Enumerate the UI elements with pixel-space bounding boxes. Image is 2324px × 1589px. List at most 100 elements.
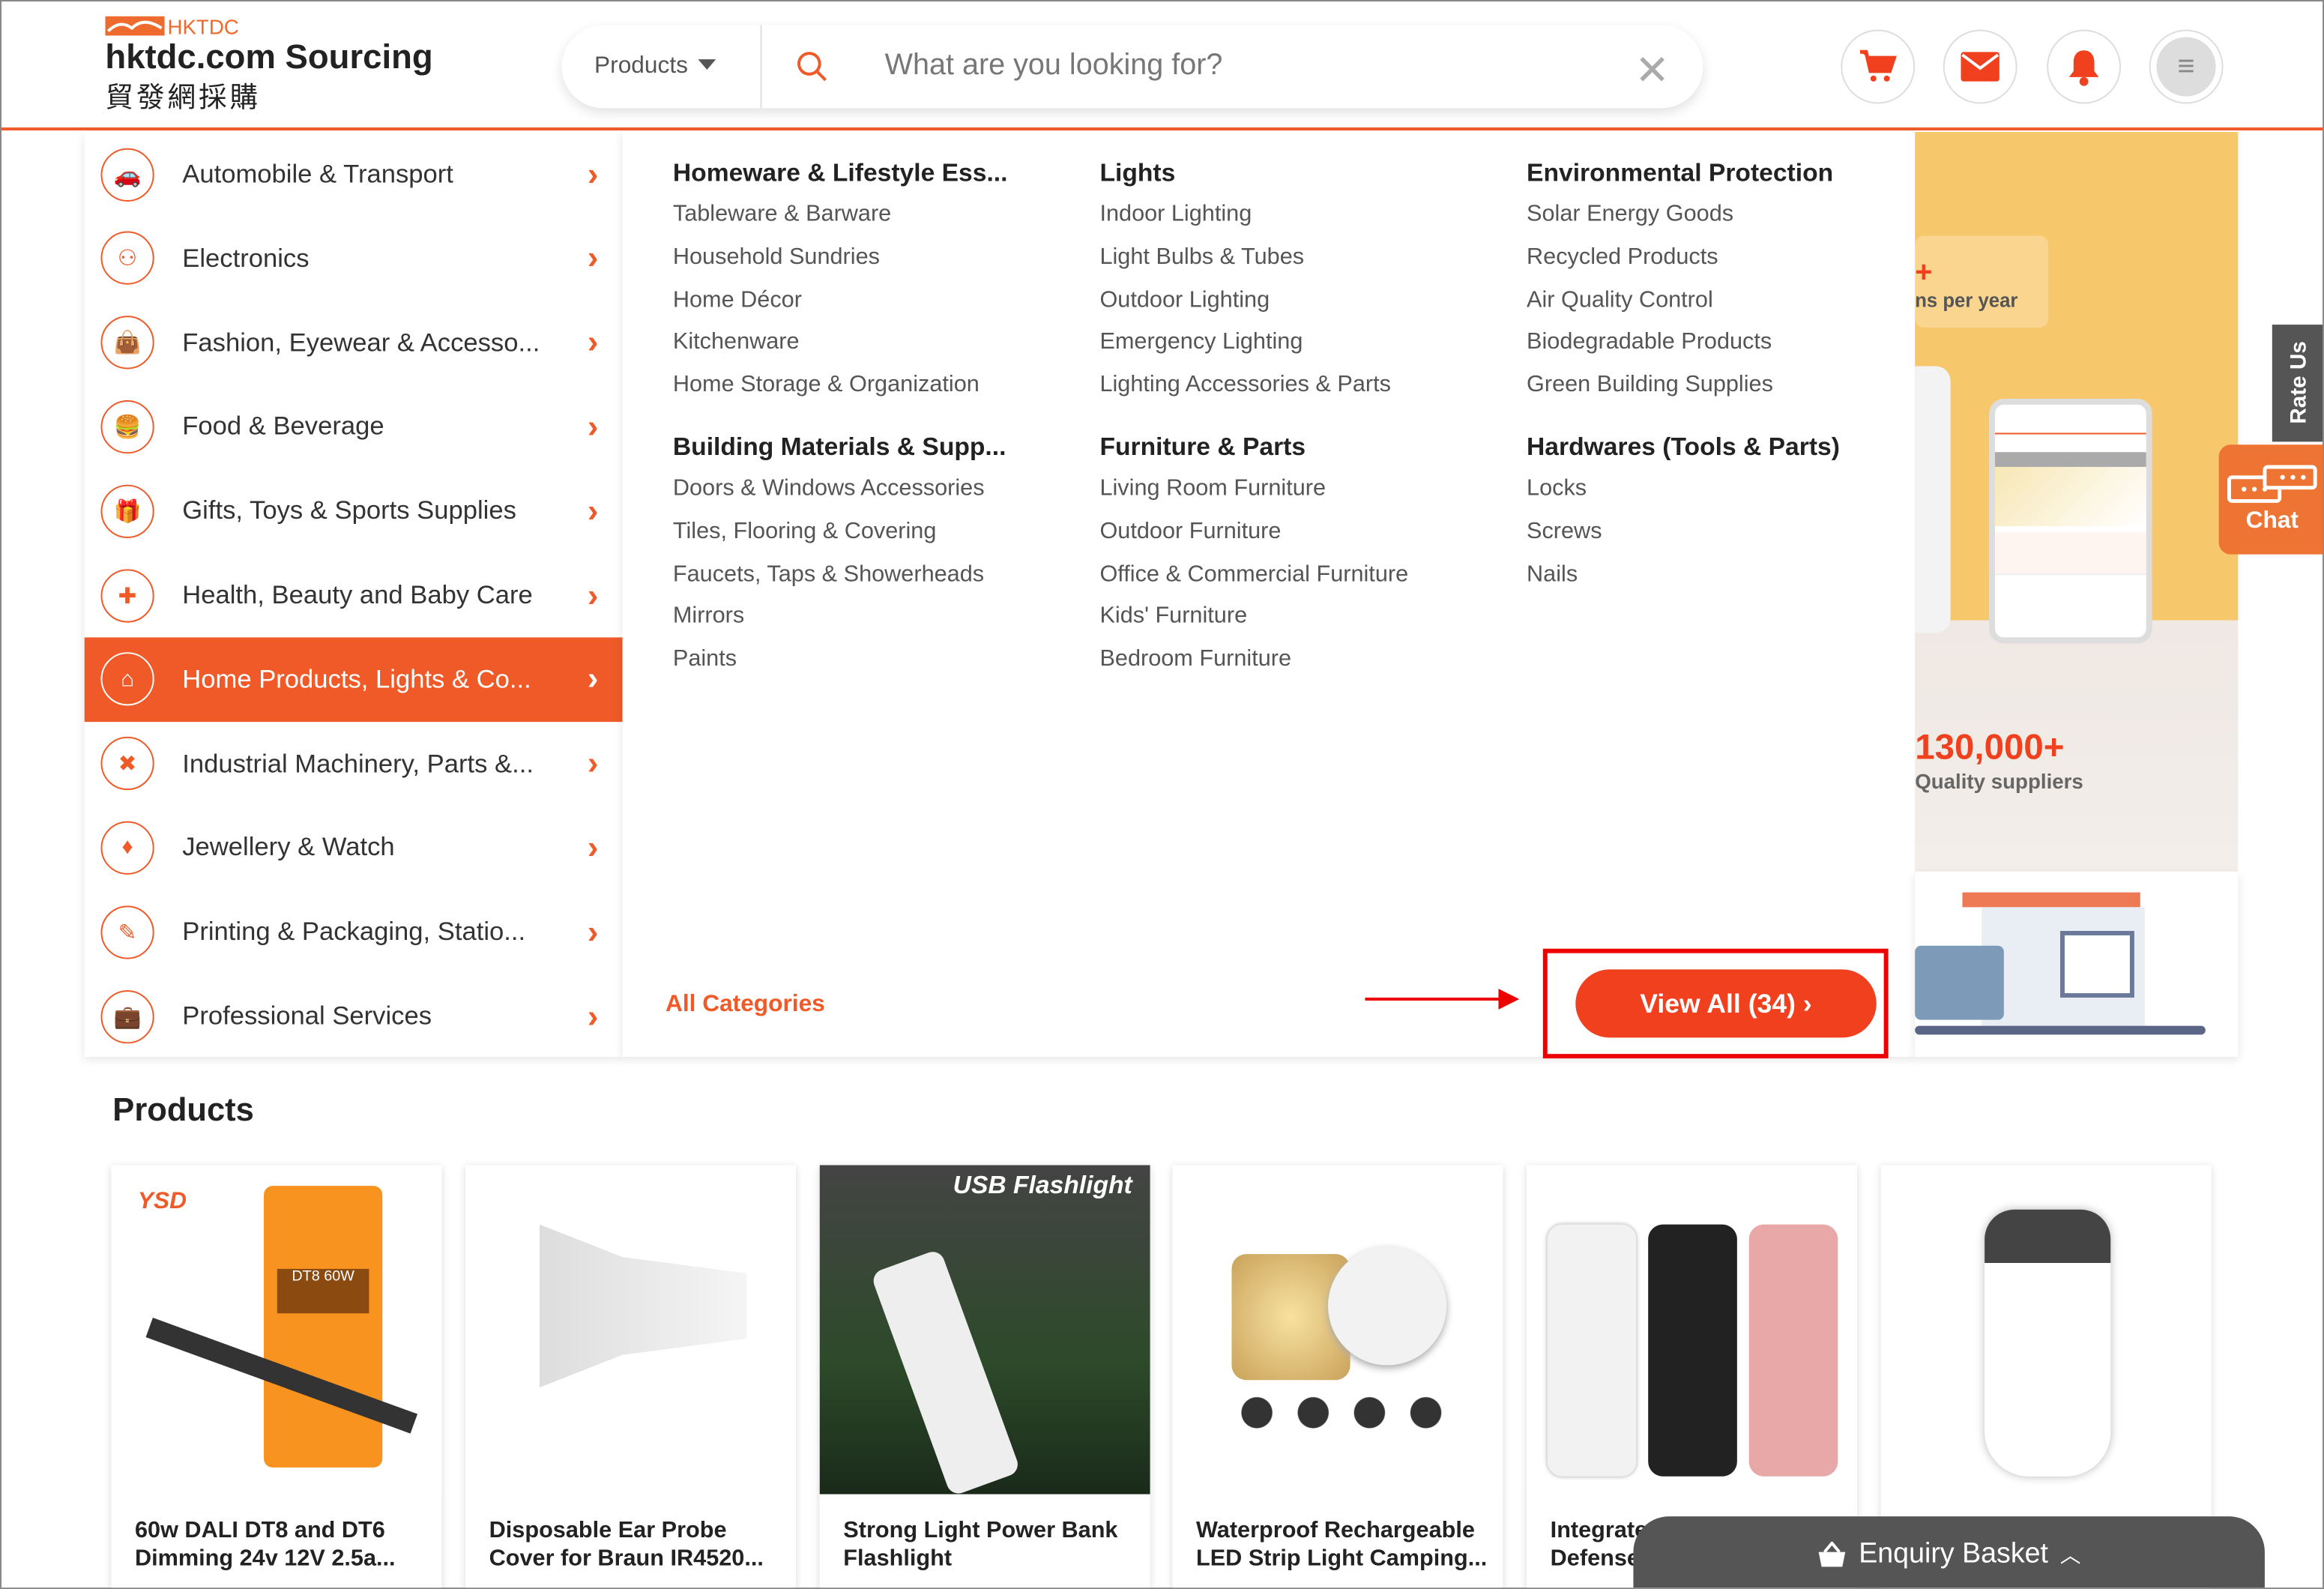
- subcategory-link[interactable]: Emergency Lighting: [1099, 330, 1470, 373]
- mail-icon: [1961, 52, 1999, 82]
- subcategory-link[interactable]: Green Building Supplies: [1527, 373, 1897, 415]
- site-title[interactable]: hktdc.com Sourcing: [105, 37, 432, 76]
- search-input[interactable]: What are you looking for?: [885, 49, 1223, 82]
- chat-label: Chat: [2245, 508, 2299, 534]
- chat-button[interactable]: Chat: [2218, 444, 2323, 555]
- mail-button[interactable]: [1943, 29, 2017, 104]
- chevron-right-icon: ›: [587, 744, 599, 782]
- search-scope-dropdown[interactable]: Products: [594, 53, 716, 80]
- subcategory-link[interactable]: Kitchenware: [673, 330, 1043, 373]
- chevron-right-icon: ›: [587, 912, 599, 950]
- subcategory-link[interactable]: Household Sundries: [673, 244, 1043, 287]
- close-icon[interactable]: ✕: [1635, 46, 1669, 94]
- product-image[interactable]: [1527, 1165, 1858, 1495]
- notification-button[interactable]: [2047, 29, 2122, 104]
- product-name[interactable]: Strong Light Power Bank Flashlight: [843, 1516, 1140, 1573]
- subcategory-link[interactable]: Air Quality Control: [1527, 287, 1897, 330]
- subcategory-link[interactable]: Outdoor Lighting: [1099, 287, 1470, 330]
- category-item[interactable]: ✖ Industrial Machinery, Parts &... ›: [85, 721, 623, 806]
- rate-us-button[interactable]: Rate Us: [2272, 325, 2323, 442]
- subcategory-link[interactable]: Tableware & Barware: [673, 202, 1043, 244]
- search-icon[interactable]: [796, 50, 829, 83]
- product-image[interactable]: USB Flashlight: [819, 1165, 1150, 1495]
- subcategory-link[interactable]: Paints: [673, 647, 1043, 690]
- subcategory-link[interactable]: Tiles, Flooring & Covering: [673, 519, 1043, 561]
- product-name[interactable]: Disposable Ear Probe Cover for Braun IR4…: [489, 1516, 786, 1573]
- product-card[interactable]: Disposable Ear Probe Cover for Braun IR4…: [465, 1165, 797, 1588]
- product-card[interactable]: YSD DT8 60W 60w DALI DT8 and DT6 Dimming 2…: [111, 1165, 442, 1588]
- product-card[interactable]: Waterproof Rechargeable LED Strip Light …: [1172, 1165, 1503, 1588]
- category-item[interactable]: 💼 Professional Services ›: [85, 974, 623, 1058]
- subcategory-link[interactable]: Living Room Furniture: [1099, 476, 1470, 519]
- product-image[interactable]: [1172, 1165, 1503, 1495]
- all-categories-link[interactable]: All Categories: [665, 992, 825, 1019]
- image-label: DT8 60W: [277, 1268, 369, 1314]
- group-title[interactable]: Furniture & Parts: [1099, 432, 1470, 475]
- product-image[interactable]: [465, 1165, 797, 1495]
- group-title[interactable]: Building Materials & Supp...: [673, 432, 1043, 475]
- category-item[interactable]: ⚇ Electronics ›: [85, 216, 623, 301]
- subcategory-link[interactable]: Locks: [1527, 476, 1897, 519]
- promo-banner[interactable]: + ns per year 130,000+ Quality suppliers: [1915, 132, 2239, 872]
- subcategory-link[interactable]: Home Décor: [673, 287, 1043, 330]
- subcategory-link[interactable]: Solar Energy Goods: [1527, 202, 1897, 244]
- category-item[interactable]: 🍔 Food & Beverage ›: [85, 385, 623, 469]
- chevron-right-icon: ›: [587, 997, 599, 1034]
- menu-button[interactable]: ≡: [2149, 29, 2224, 104]
- category-item[interactable]: ⌂ Home Products, Lights & Co... ›: [84, 637, 623, 722]
- chevron-right-icon: ›: [587, 407, 599, 445]
- category-item[interactable]: ✎ Printing & Packaging, Statio... ›: [85, 890, 623, 974]
- cart-button[interactable]: [1841, 29, 1916, 104]
- phone-illustration: [1989, 399, 2152, 644]
- subcategory-link[interactable]: Outdoor Furniture: [1099, 519, 1470, 561]
- subcategory-link[interactable]: Light Bulbs & Tubes: [1099, 244, 1470, 287]
- bell-icon: [2068, 50, 2099, 86]
- subcategory-link[interactable]: Faucets, Taps & Showerheads: [673, 561, 1043, 604]
- enquiry-basket-bar[interactable]: Enquiry Basket ︿: [1633, 1516, 2265, 1588]
- stat-card: 130,000+ Quality suppliers: [1915, 728, 2092, 802]
- product-card[interactable]: USB Flashlight Strong Light Power Bank Fl…: [819, 1165, 1150, 1588]
- group-title[interactable]: Environmental Protection: [1527, 159, 1897, 202]
- subcategory-link[interactable]: Kids' Furniture: [1099, 604, 1470, 647]
- category-label: Gifts, Toys & Sports Supplies: [182, 495, 516, 525]
- subcategory-link[interactable]: Home Storage & Organization: [673, 373, 1043, 415]
- tools-icon: ✖: [100, 737, 154, 791]
- image-label: USB Flashlight: [953, 1171, 1132, 1199]
- group-title[interactable]: Hardwares (Tools & Parts): [1527, 432, 1897, 475]
- chevron-up-icon: ︿: [2059, 1543, 2081, 1567]
- chevron-right-icon: ›: [587, 238, 599, 277]
- subcategory-link[interactable]: Recycled Products: [1527, 244, 1897, 287]
- group-title[interactable]: Lights: [1099, 159, 1470, 202]
- hktdc-logo[interactable]: HKTDC: [105, 13, 238, 37]
- basket-icon: [1818, 1541, 1846, 1567]
- subcategory-link[interactable]: Screws: [1527, 519, 1897, 561]
- subcategory-link[interactable]: Bedroom Furniture: [1099, 647, 1470, 690]
- group-title[interactable]: Homeware & Lifestyle Ess...: [673, 159, 1043, 202]
- category-item[interactable]: ♦ Jewellery & Watch ›: [85, 806, 623, 890]
- category-item[interactable]: 🚗 Automobile & Transport ›: [85, 132, 623, 217]
- menu-icon: ≡: [2156, 37, 2216, 97]
- category-label: Printing & Packaging, Statio...: [182, 916, 526, 947]
- chevron-right-icon: ›: [587, 154, 599, 193]
- product-name[interactable]: 60w DALI DT8 and DT6 Dimming 24v 12V 2.5…: [135, 1516, 432, 1573]
- subcategory-link[interactable]: Doors & Windows Accessories: [673, 476, 1043, 519]
- category-item[interactable]: 👜 Fashion, Eyewear & Accesso... ›: [85, 301, 623, 385]
- subcategory-link[interactable]: Lighting Accessories & Parts: [1099, 373, 1470, 415]
- product-name[interactable]: Waterproof Rechargeable LED Strip Light …: [1196, 1516, 1493, 1573]
- health-icon: ✚: [100, 568, 154, 622]
- subcategory-link[interactable]: Office & Commercial Furniture: [1099, 561, 1470, 604]
- subcategory-link[interactable]: Nails: [1527, 561, 1897, 604]
- store-illustration[interactable]: [1915, 871, 2239, 1058]
- category-item[interactable]: ✚ Health, Beauty and Baby Care ›: [85, 553, 623, 638]
- caret-down-icon: [698, 59, 716, 70]
- product-image[interactable]: YSD DT8 60W: [111, 1165, 442, 1495]
- subcategory-link[interactable]: Mirrors: [673, 604, 1043, 647]
- category-item[interactable]: 🎁 Gifts, Toys & Sports Supplies ›: [85, 468, 623, 553]
- cart-icon: [1860, 49, 1897, 82]
- gift-icon: 🎁: [100, 484, 154, 538]
- annotation-highlight-box: [1542, 948, 1889, 1059]
- subcategory-link[interactable]: Indoor Lighting: [1099, 202, 1470, 244]
- search-scope-label: Products: [594, 53, 688, 79]
- product-image[interactable]: [1880, 1165, 2212, 1495]
- subcategory-link[interactable]: Biodegradable Products: [1527, 330, 1897, 373]
